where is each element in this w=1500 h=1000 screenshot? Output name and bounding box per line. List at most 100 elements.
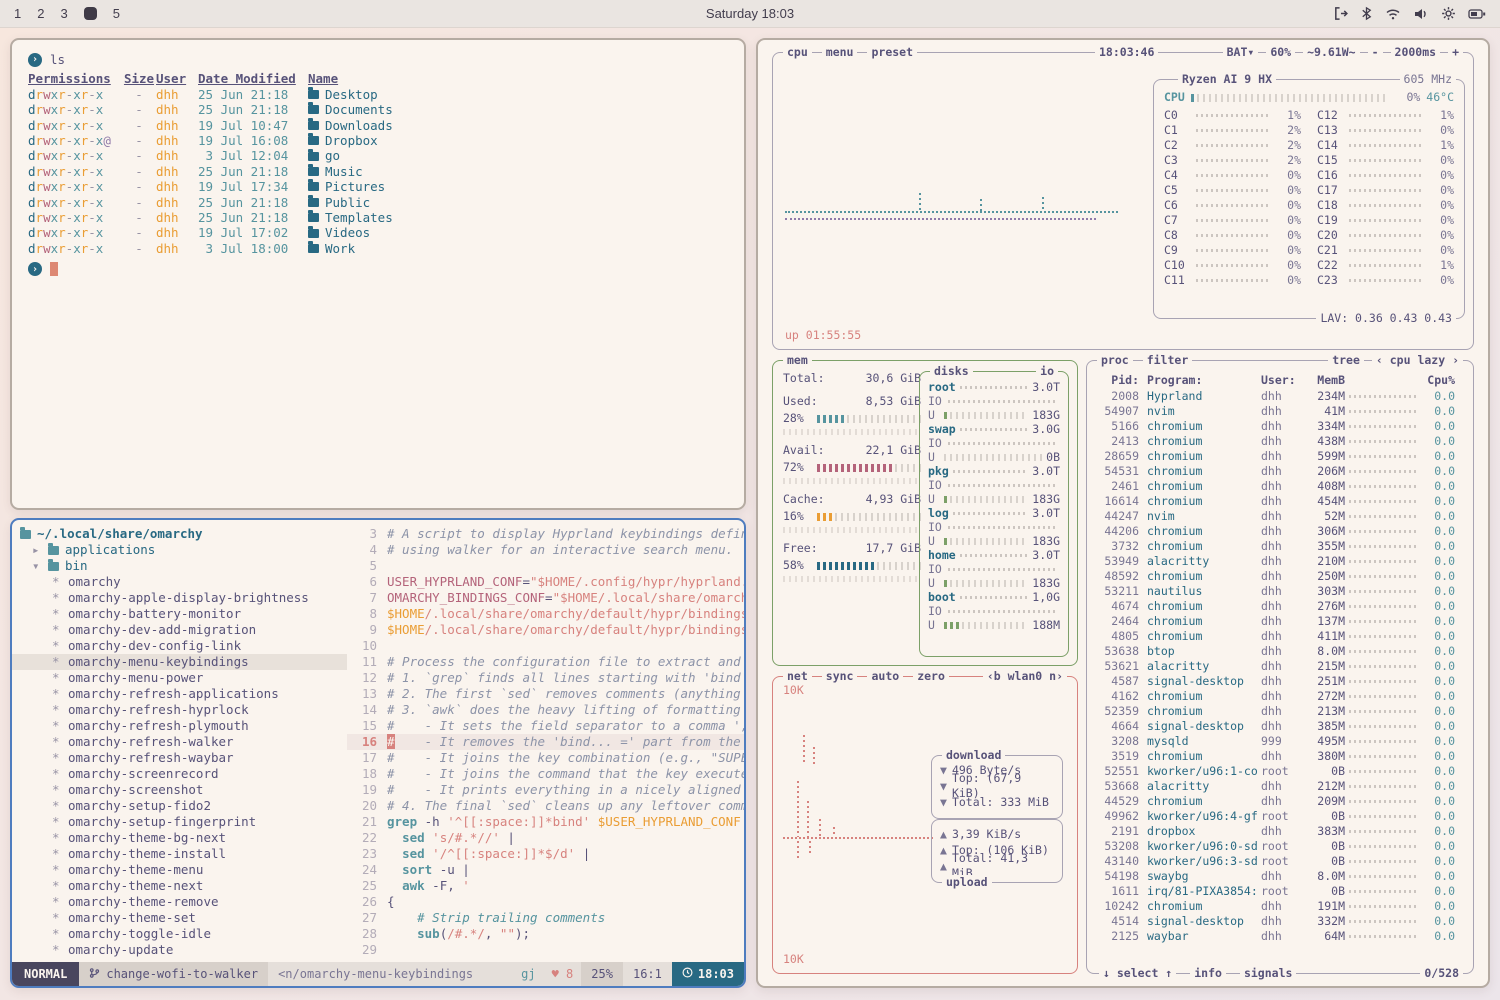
code-line[interactable]: 16# - It removes the 'bind... =' part fr… xyxy=(347,734,744,750)
logout-icon[interactable] xyxy=(1333,6,1348,21)
panel-title[interactable]: cpu xyxy=(783,45,812,60)
volume-icon[interactable] xyxy=(1413,7,1429,21)
panel-title[interactable]: auto xyxy=(867,669,903,684)
process-row[interactable]: 54907 nvim dhh 41M 0.0 xyxy=(1095,404,1465,419)
code-line[interactable]: 27 # Strip trailing comments xyxy=(347,910,744,926)
panel-title[interactable]: net xyxy=(783,669,812,684)
code-line[interactable]: 4# using walker for an interactive searc… xyxy=(347,542,744,558)
process-row[interactable]: 53621 alacritty dhh 215M 0.0 xyxy=(1095,659,1465,674)
code-line[interactable]: 21grep -h '^[[:space:]]*bind' $USER_HYPR… xyxy=(347,814,744,830)
process-row[interactable]: 2464 chromium dhh 137M 0.0 xyxy=(1095,614,1465,629)
process-row[interactable]: 52551 kworker/u96:1-co root 0B 0.0 xyxy=(1095,764,1465,779)
process-table-header[interactable]: Pid: Program: User: MemB Cpu% xyxy=(1095,373,1465,389)
code-line[interactable]: 15# - It sets the field separator to a c… xyxy=(347,718,744,734)
code-line[interactable]: 17# - It joins the key combination (e.g.… xyxy=(347,750,744,766)
code-line[interactable]: 13# 2. The first `sed` removes comments … xyxy=(347,686,744,702)
process-row[interactable]: 5166 chromium dhh 334M 0.0 xyxy=(1095,419,1465,434)
tree-file[interactable]: * omarchy-menu-keybindings xyxy=(12,654,347,670)
panel-title[interactable]: proc xyxy=(1097,353,1133,368)
code-line[interactable]: 22 sed 's/#.*//' | xyxy=(347,830,744,846)
tree-root[interactable]: ~/.local/share/omarchy xyxy=(12,526,347,542)
tree-file[interactable]: * omarchy-theme-menu xyxy=(12,862,347,878)
process-row[interactable]: 43140 kworker/u96:3-sd root 0B 0.0 xyxy=(1095,854,1465,869)
process-row[interactable]: 2461 chromium dhh 408M 0.0 xyxy=(1095,479,1465,494)
workspace-item[interactable]: 5 xyxy=(113,6,120,21)
panel-title[interactable]: zero xyxy=(913,669,949,684)
settings-gear-icon[interactable] xyxy=(1441,6,1456,21)
process-row[interactable]: 3519 chromium dhh 380M 0.0 xyxy=(1095,749,1465,764)
tree-file[interactable]: * omarchy-apple-display-brightness xyxy=(12,590,347,606)
panel-title[interactable]: menu xyxy=(822,45,858,60)
refresh-increase-button[interactable]: + xyxy=(1448,45,1463,60)
tree-file[interactable]: * omarchy-refresh-applications xyxy=(12,686,347,702)
tree-file[interactable]: * omarchy-refresh-waybar xyxy=(12,750,347,766)
process-row[interactable]: 16614 chromium dhh 454M 0.0 xyxy=(1095,494,1465,509)
tree-file[interactable]: * omarchy-toggle-idle xyxy=(12,926,347,942)
process-row[interactable]: 2191 dropbox dhh 383M 0.0 xyxy=(1095,824,1465,839)
code-buffer[interactable]: 3# A script to display Hyprland keybindi… xyxy=(347,526,744,958)
proc-option[interactable]: tree xyxy=(1328,353,1364,368)
terminal-window[interactable]: › ls Permissions Size User Date Modified… xyxy=(10,38,746,510)
process-row[interactable]: 4664 signal-desktop dhh 385M 0.0 xyxy=(1095,719,1465,734)
code-line[interactable]: 14# 3. `awk` does the heavy lifting of f… xyxy=(347,702,744,718)
tree-file[interactable]: * omarchy-screenshot xyxy=(12,782,347,798)
process-row[interactable]: 4674 chromium dhh 276M 0.0 xyxy=(1095,599,1465,614)
tree-file[interactable]: * omarchy-refresh-walker xyxy=(12,734,347,750)
process-row[interactable]: 10242 chromium dhh 191M 0.0 xyxy=(1095,899,1465,914)
code-line[interactable]: 12# 1. `grep` finds all lines starting w… xyxy=(347,670,744,686)
process-row[interactable]: 54198 swaybg dhh 8.0M 0.0 xyxy=(1095,869,1465,884)
code-line[interactable]: 5 xyxy=(347,558,744,574)
panel-title[interactable]: filter xyxy=(1143,353,1193,368)
process-row[interactable]: 49962 kworker/u96:4-gf root 0B 0.0 xyxy=(1095,809,1465,824)
process-row[interactable]: 52359 chromium dhh 213M 0.0 xyxy=(1095,704,1465,719)
process-row[interactable]: 2413 chromium dhh 438M 0.0 xyxy=(1095,434,1465,449)
process-row[interactable]: 44247 nvim dhh 52M 0.0 xyxy=(1095,509,1465,524)
process-row[interactable]: 53211 nautilus dhh 303M 0.0 xyxy=(1095,584,1465,599)
code-line[interactable]: 28 sub(/#.*/, ""); xyxy=(347,926,744,942)
process-row[interactable]: 53668 alacritty dhh 212M 0.0 xyxy=(1095,779,1465,794)
process-row[interactable]: 48592 chromium dhh 250M 0.0 xyxy=(1095,569,1465,584)
tree-file[interactable]: * omarchy-refresh-plymouth xyxy=(12,718,347,734)
tree-folder[interactable]: ▸ applications xyxy=(12,542,347,558)
process-row[interactable]: 53638 btop dhh 8.0M 0.0 xyxy=(1095,644,1465,659)
system-monitor-window[interactable]: cpumenupreset 18:03:46 BAT▾ 60% ~9.61W~ … xyxy=(756,38,1490,988)
terminal-cursor[interactable] xyxy=(50,262,58,276)
code-editor[interactable]: 3# A script to display Hyprland keybindi… xyxy=(347,520,744,962)
panel-title[interactable]: sync xyxy=(822,669,858,684)
process-row[interactable]: 1611 irq/81-PIXA3854: root 0B 0.0 xyxy=(1095,884,1465,899)
clock[interactable]: Saturday 18:03 xyxy=(706,6,794,21)
battery-icon[interactable] xyxy=(1468,8,1486,20)
wifi-icon[interactable] xyxy=(1385,7,1401,21)
code-line[interactable]: 29 xyxy=(347,942,744,958)
code-line[interactable]: 11# Process the configuration file to ex… xyxy=(347,654,744,670)
tree-file[interactable]: * omarchy-theme-next xyxy=(12,878,347,894)
tree-file[interactable]: * omarchy-theme-install xyxy=(12,846,347,862)
workspace-item[interactable] xyxy=(84,7,97,20)
tree-file[interactable]: * omarchy xyxy=(12,574,347,590)
code-line[interactable]: 9$HOME/.local/share/omarchy/default/hypr… xyxy=(347,622,744,638)
tree-file[interactable]: * omarchy-battery-monitor xyxy=(12,606,347,622)
code-line[interactable]: 18# - It joins the command that the key … xyxy=(347,766,744,782)
code-line[interactable]: 7OMARCHY_BINDINGS_CONF="$HOME/.local/sha… xyxy=(347,590,744,606)
process-row[interactable]: 3732 chromium dhh 355M 0.0 xyxy=(1095,539,1465,554)
process-row[interactable]: 54531 chromium dhh 206M 0.0 xyxy=(1095,464,1465,479)
panel-title[interactable]: disks xyxy=(930,364,973,379)
tree-file[interactable]: * omarchy-menu-power xyxy=(12,670,347,686)
code-line[interactable]: 10 xyxy=(347,638,744,654)
code-line[interactable]: 20# 4. The final `sed` cleans up any lef… xyxy=(347,798,744,814)
tree-file[interactable]: * omarchy-screenrecord xyxy=(12,766,347,782)
process-row[interactable]: 3208 mysqld 999 495M 0.0 xyxy=(1095,734,1465,749)
editor-window[interactable]: ~/.local/share/omarchy ▸ applications ▾ … xyxy=(10,518,746,988)
network-interface[interactable]: ‹b wlan0 n› xyxy=(983,669,1067,684)
proc-footer-button[interactable]: signals xyxy=(1240,966,1296,981)
code-line[interactable]: 23 sed '/^[[:space:]]*$/d' | xyxy=(347,846,744,862)
code-line[interactable]: 24 sort -u | xyxy=(347,862,744,878)
process-row[interactable]: 53949 alacritty dhh 210M 0.0 xyxy=(1095,554,1465,569)
process-row[interactable]: 53208 kworker/u96:0-sd root 0B 0.0 xyxy=(1095,839,1465,854)
tree-file[interactable]: * omarchy-theme-bg-next xyxy=(12,830,347,846)
tree-file[interactable]: * omarchy-setup-fido2 xyxy=(12,798,347,814)
process-row[interactable]: 4805 chromium dhh 411M 0.0 xyxy=(1095,629,1465,644)
process-row[interactable]: 2008 Hyprland dhh 234M 0.0 xyxy=(1095,389,1465,404)
proc-footer-button[interactable]: ↓ select ↑ xyxy=(1099,966,1176,981)
proc-footer-button[interactable]: info xyxy=(1190,966,1226,981)
